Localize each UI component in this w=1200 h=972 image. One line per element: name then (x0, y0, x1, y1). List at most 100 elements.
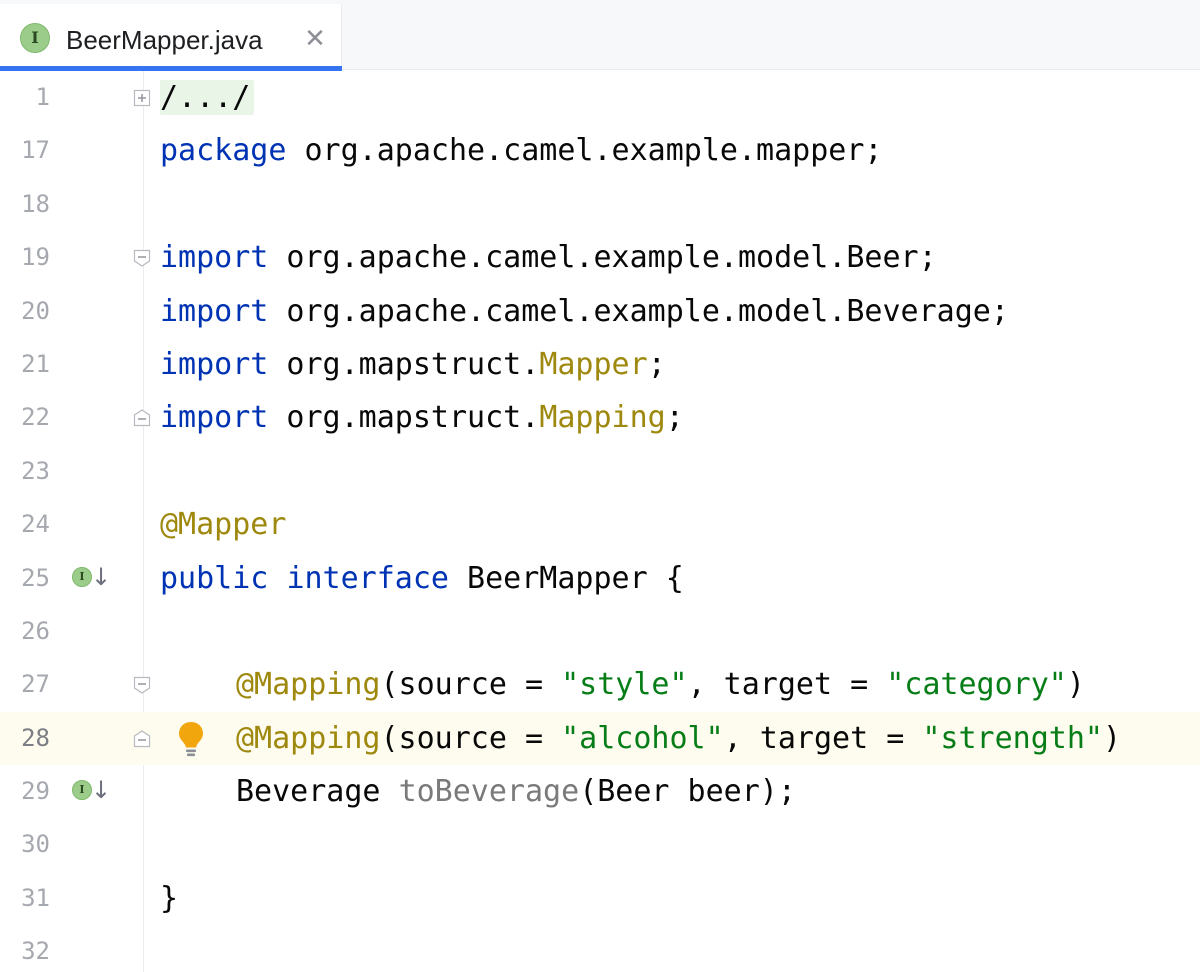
code-text[interactable]: } (160, 872, 178, 925)
code-token: Beverage (236, 774, 399, 810)
line-number[interactable]: 25 (0, 552, 50, 605)
line-number[interactable]: 21 (0, 338, 50, 391)
fold-collapse-icon[interactable] (132, 675, 152, 695)
editor-tab-bar: I BeerMapper.java ✕ (0, 0, 1200, 71)
code-token: , target = (723, 720, 923, 756)
code-line[interactable]: 30 (0, 818, 1200, 871)
code-line[interactable]: 1 /.../ (0, 71, 1200, 124)
arrow-down-icon: ↓ (91, 776, 112, 805)
line-number[interactable]: 1 (0, 71, 50, 124)
code-text[interactable]: /.../ (160, 71, 255, 124)
code-token: org.apache.camel.example.model.Beer; (268, 240, 937, 276)
line-number[interactable]: 18 (0, 178, 50, 231)
code-token: public (160, 560, 269, 596)
code-token: toBeverage (398, 774, 580, 810)
code-token: (source = (380, 667, 562, 703)
folded-region[interactable]: /.../ (160, 80, 255, 115)
code-token: import (160, 293, 269, 329)
implemented-interface-icon[interactable]: I ↓ (72, 776, 111, 805)
code-token: "alcohol" (561, 720, 724, 756)
code-line[interactable]: 19 import org.apache.camel.example.model.… (0, 231, 1200, 284)
fold-collapse-icon[interactable] (132, 248, 152, 268)
code-token: "category" (886, 667, 1067, 703)
code-token: ; (665, 400, 684, 436)
code-line[interactable]: 21 import org.mapstruct.Mapper; (0, 338, 1200, 391)
code-line[interactable]: 25 I ↓ public interface BeerMapper { (0, 552, 1200, 605)
interface-badge: I (72, 780, 92, 801)
code-text[interactable]: import org.mapstruct.Mapper; (160, 338, 666, 391)
code-token: import (160, 400, 269, 436)
implemented-interface-icon[interactable]: I ↓ (72, 563, 111, 592)
code-token: import (160, 240, 269, 276)
lightbulb-icon[interactable] (176, 720, 206, 758)
code-token: ; (647, 346, 666, 382)
code-text[interactable]: @Mapper (160, 498, 286, 551)
line-number[interactable]: 29 (0, 765, 50, 818)
tab-beermapper-java[interactable]: I BeerMapper.java ✕ (0, 4, 342, 71)
code-token: BeerMapper { (449, 560, 684, 596)
code-line[interactable]: 29 I ↓ Beverage toBeverage(Beer beer); (0, 765, 1200, 818)
code-text[interactable]: @Mapping(source = "style", target = "cat… (236, 658, 1085, 711)
code-token: interface (286, 560, 449, 596)
code-lines: 1 /.../ 17 package org.apache.camel.example… (0, 71, 1200, 972)
code-token: (Beer beer); (579, 774, 796, 810)
code-line[interactable]: 31} (0, 872, 1200, 925)
close-icon[interactable]: ✕ (303, 25, 327, 51)
code-line[interactable]: 24 @Mapper (0, 498, 1200, 551)
code-editor[interactable]: 1 /.../ 17 package org.apache.camel.example… (0, 71, 1200, 972)
code-text[interactable]: package org.apache.camel.example.mapper; (160, 124, 882, 177)
code-token: ) (1066, 667, 1085, 703)
code-token: Mapper (539, 346, 648, 382)
line-number[interactable]: 17 (0, 124, 50, 177)
code-line[interactable]: 17 package org.apache.camel.example.mappe… (0, 124, 1200, 177)
code-text[interactable]: Beverage toBeverage(Beer beer); (236, 765, 796, 818)
code-token: package (160, 133, 287, 169)
line-number[interactable]: 32 (0, 925, 50, 972)
code-token: org.mapstruct. (268, 400, 540, 436)
code-line[interactable]: 18 (0, 178, 1200, 231)
interface-badge: I (72, 566, 92, 587)
line-number[interactable]: 20 (0, 285, 50, 338)
code-token: @Mapping (236, 667, 381, 703)
tab-title: BeerMapper.java (66, 25, 263, 55)
code-line[interactable]: 23 (0, 445, 1200, 498)
code-token: } (160, 880, 179, 916)
line-number[interactable]: 31 (0, 872, 50, 925)
line-number[interactable]: 26 (0, 605, 50, 658)
code-text[interactable]: import org.apache.camel.example.model.Be… (160, 231, 937, 284)
code-token: org.apache.camel.example.mapper; (286, 133, 883, 169)
code-token: @Mapping (236, 720, 381, 756)
line-number[interactable]: 27 (0, 658, 50, 711)
code-line[interactable]: 20 import org.apache.camel.example.model.… (0, 285, 1200, 338)
code-token: org.apache.camel.example.model.Beverage; (268, 293, 1009, 329)
code-line[interactable]: 28 @Mapping(source = "alcohol", target = … (0, 711, 1200, 766)
code-line[interactable]: 27 @Mapping(source = "style", target = "c… (0, 658, 1200, 711)
code-text[interactable]: public interface BeerMapper { (160, 552, 684, 605)
fold-collapse-icon[interactable] (132, 408, 152, 428)
code-token: (source = (380, 720, 562, 756)
code-text[interactable]: @Mapping(source = "alcohol", target = "s… (236, 712, 1121, 765)
code-token: @Mapper (160, 507, 287, 543)
fold-expand-icon[interactable] (132, 88, 152, 108)
line-number[interactable]: 30 (0, 818, 50, 871)
line-number[interactable]: 24 (0, 498, 50, 551)
code-text[interactable]: import org.mapstruct.Mapping; (160, 391, 684, 444)
code-text[interactable]: import org.apache.camel.example.model.Be… (160, 285, 1009, 338)
code-token: Mapping (539, 400, 666, 436)
code-token: ) (1103, 720, 1122, 756)
code-token: , target = (687, 667, 887, 703)
code-line[interactable]: 32 (0, 925, 1200, 972)
fold-collapse-icon[interactable] (132, 729, 152, 749)
interface-icon: I (20, 23, 50, 53)
line-number[interactable]: 22 (0, 391, 50, 444)
code-line[interactable]: 22 import org.mapstruct.Mapping; (0, 391, 1200, 444)
line-number[interactable]: 28 (0, 712, 50, 765)
code-token: "strength" (922, 720, 1103, 756)
arrow-down-icon: ↓ (91, 562, 112, 591)
line-number[interactable]: 19 (0, 231, 50, 284)
code-line[interactable]: 26 (0, 605, 1200, 658)
line-number[interactable]: 23 (0, 445, 50, 498)
code-token: org.mapstruct. (268, 346, 540, 382)
code-token: "style" (561, 667, 688, 703)
